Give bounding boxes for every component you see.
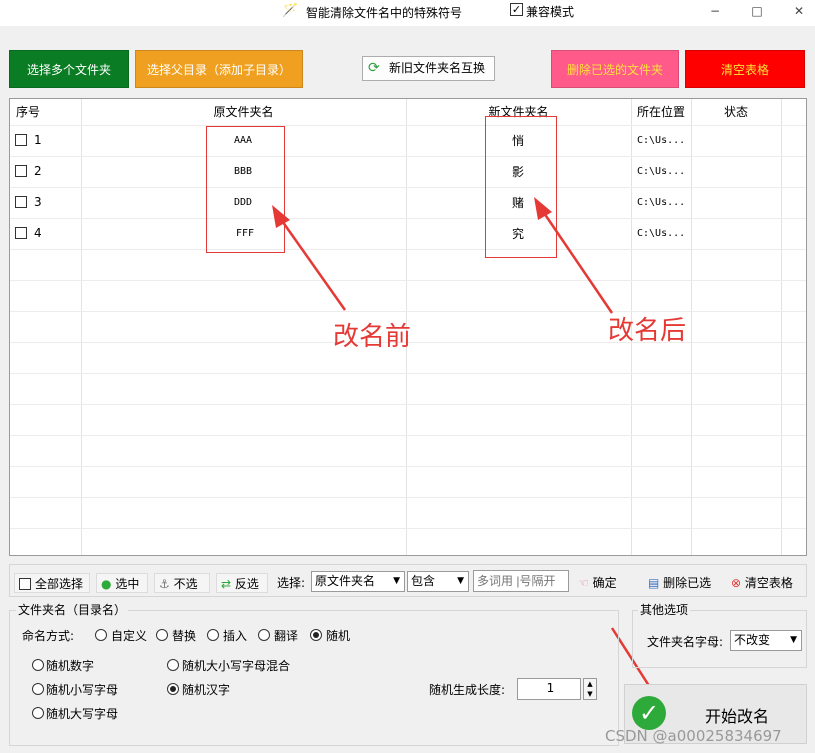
check-button[interactable]: ● 选中: [96, 573, 148, 593]
chevron-down-icon: ▼: [393, 576, 400, 586]
keyword-input[interactable]: [473, 570, 569, 592]
anchor-icon: ⚓: [159, 577, 170, 591]
mode-random-label: 随机: [326, 629, 351, 643]
after-rename-annotation: 改名后: [608, 316, 687, 346]
column-select[interactable]: 原文件夹名 ▼: [311, 571, 405, 592]
confirm-label: 确定: [592, 576, 617, 590]
mode-custom-radio[interactable]: [95, 629, 107, 641]
mode-replace-radio[interactable]: [156, 629, 168, 641]
length-stepper[interactable]: ▲ ▼: [583, 678, 597, 700]
delete-list-icon: ▤: [648, 576, 660, 590]
confirm-button[interactable]: ☜ 确定: [578, 573, 617, 593]
column-select-value: 原文件夹名: [315, 574, 376, 588]
random-mixed-case-radio[interactable]: [167, 659, 179, 671]
select-all-label: 全部选择: [35, 577, 84, 591]
mode-replace-label: 替换: [172, 629, 197, 643]
random-digits-radio[interactable]: [32, 659, 44, 671]
rename-group-title: 文件夹名（目录名）: [16, 601, 129, 618]
invert-arrows-icon: ⇄: [221, 577, 232, 591]
invert-label: 反选: [234, 577, 259, 591]
before-rename-annotation: 改名前: [333, 322, 412, 352]
mode-insert-label: 插入: [223, 629, 248, 643]
mode-random-radio[interactable]: [310, 629, 322, 641]
length-value: 1: [546, 681, 555, 695]
mode-custom-label: 自定义: [111, 629, 148, 643]
clear-x-icon: ⊗: [731, 576, 742, 590]
letter-case-label: 文件夹名字母:: [647, 635, 724, 649]
mode-translate-radio[interactable]: [258, 629, 270, 641]
clear-table-small-label: 清空表格: [744, 576, 793, 590]
length-label: 随机生成长度:: [429, 683, 506, 697]
match-select-value: 包含: [411, 574, 436, 588]
select-label: 选择:: [277, 576, 306, 590]
watermark: CSDN @a00025834697: [605, 727, 782, 745]
mode-insert-radio[interactable]: [207, 629, 219, 641]
select-all-checkbox[interactable]: [19, 578, 31, 590]
chevron-down-icon: ▼: [457, 576, 464, 586]
length-input[interactable]: 1: [517, 678, 581, 700]
random-lowercase-radio[interactable]: [32, 683, 44, 695]
chevron-down-icon: ▼: [790, 635, 797, 645]
start-rename-label: 开始改名: [705, 707, 770, 726]
naming-mode-label: 命名方式:: [22, 629, 75, 643]
letter-case-value: 不改变: [734, 633, 771, 647]
random-chinese-label: 随机汉字: [182, 683, 231, 697]
invert-button[interactable]: ⇄ 反选: [216, 573, 268, 593]
random-lowercase-label: 随机小写字母: [46, 683, 119, 697]
mode-translate-label: 翻译: [274, 629, 299, 643]
select-all-control[interactable]: 全部选择: [14, 573, 90, 593]
uncheck-label: 不选: [173, 577, 198, 591]
random-digits-label: 随机数字: [46, 659, 95, 673]
uncheck-button[interactable]: ⚓ 不选: [154, 573, 210, 593]
clear-table-small-button[interactable]: ⊗ 清空表格: [731, 573, 793, 593]
random-uppercase-radio[interactable]: [32, 707, 44, 719]
random-chinese-radio[interactable]: [167, 683, 179, 695]
hand-pointer-icon: ☜: [578, 576, 589, 590]
match-select[interactable]: 包含 ▼: [407, 571, 469, 592]
check-label: 选中: [115, 577, 140, 591]
other-options-title: 其他选项: [638, 601, 691, 618]
delete-selected-label: 删除已选: [663, 576, 712, 590]
delete-selected-button[interactable]: ▤ 删除已选: [648, 573, 711, 593]
checkmark-icon: ✓: [632, 696, 666, 730]
random-mixed-case-label: 随机大小写字母混合: [182, 659, 291, 673]
letter-case-select[interactable]: 不改变 ▼: [730, 630, 802, 651]
random-uppercase-label: 随机大写字母: [46, 707, 119, 721]
check-circle-icon: ●: [101, 577, 112, 591]
